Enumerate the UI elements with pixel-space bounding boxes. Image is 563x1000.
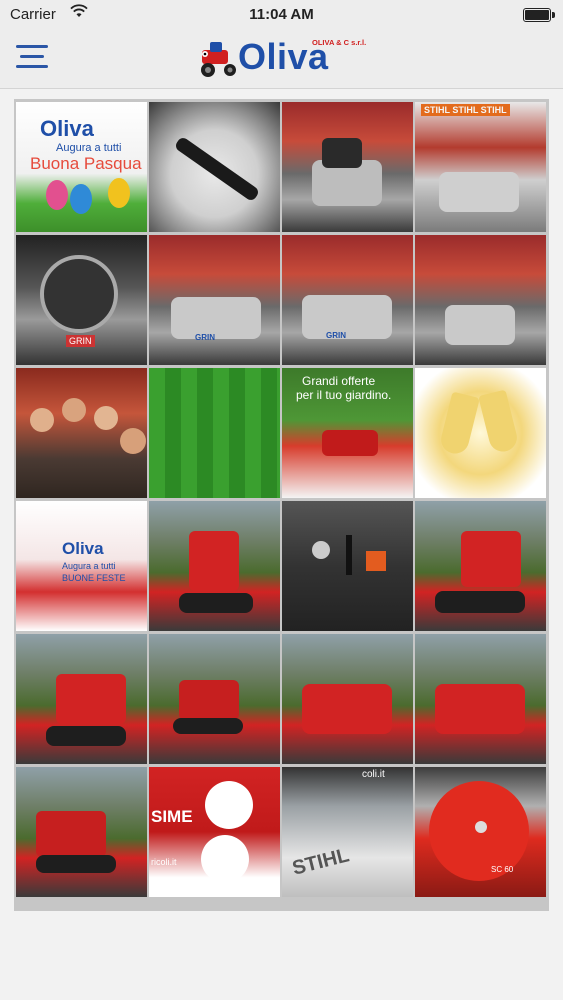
gallery-tile[interactable]: SIME ricoli.it	[149, 767, 280, 897]
tile-caption: Grandi offerte	[302, 374, 376, 388]
snowblower-icon	[36, 811, 106, 857]
gallery-tile[interactable]	[149, 501, 280, 631]
tile-caption: coli.it	[362, 769, 385, 780]
face-icon	[62, 398, 86, 422]
gallery-tile[interactable]: Oliva Augura a tutti Buona Pasqua	[16, 102, 147, 232]
knob-icon	[312, 541, 330, 559]
gallery-tile[interactable]: STIHL STIHL STIHL	[415, 102, 546, 232]
gallery-tile[interactable]	[415, 368, 546, 498]
tile-caption: GRIN	[326, 331, 346, 340]
gallery-panel: Oliva Augura a tutti Buona Pasqua STIHL …	[14, 99, 549, 911]
tile-caption: Augura a tutti	[56, 142, 122, 154]
mower-deck-icon	[171, 297, 261, 339]
tile-caption: BUONE FESTE	[62, 573, 126, 583]
egg-icon	[108, 178, 130, 208]
lever-icon	[346, 535, 352, 575]
track-icon	[435, 591, 525, 613]
gallery-tile[interactable]: coli.it STIHL	[282, 767, 413, 897]
tile-caption: Buona Pasqua	[30, 154, 142, 173]
snowblower-icon	[435, 684, 525, 734]
gallery-tile[interactable]: Grandi offerte per il tuo giardino.	[282, 368, 413, 498]
menu-icon[interactable]	[16, 45, 50, 71]
tile-caption: SIME	[151, 807, 193, 826]
tile-caption: GRIN	[66, 335, 95, 347]
mower-deck-icon	[302, 295, 392, 339]
tile-caption: SC 60	[491, 865, 514, 874]
product-badge-icon	[201, 835, 249, 883]
hub-icon	[475, 821, 487, 833]
glass-icon	[478, 389, 520, 455]
tile-caption: ricoli.it	[151, 857, 177, 867]
glass-icon	[438, 391, 480, 457]
tile-caption: Augura a tutti	[62, 561, 116, 571]
engine-icon	[40, 255, 118, 333]
egg-icon	[70, 184, 92, 214]
logo-company-text: OLIVA & C s.r.l.	[312, 38, 367, 47]
snowblower-icon	[302, 684, 392, 734]
mower-deck-icon	[439, 172, 519, 212]
face-icon	[30, 408, 54, 432]
track-icon	[173, 718, 243, 734]
battery-icon	[523, 8, 555, 22]
mower-deck-icon	[445, 305, 515, 345]
gallery-tile[interactable]: GRIN	[16, 235, 147, 365]
track-icon	[46, 726, 126, 746]
status-bar: Carrier 11:04 AM	[0, 0, 563, 30]
gallery-tile[interactable]: SC 60	[415, 767, 546, 897]
tile-logo-text: Oliva	[62, 539, 104, 558]
gallery-tile[interactable]	[415, 501, 546, 631]
tile-logo-text: Oliva	[40, 116, 94, 141]
gallery-tile[interactable]	[16, 767, 147, 897]
gallery-tile[interactable]: GRIN	[282, 235, 413, 365]
navigation-bar: Oliva OLIVA & C s.r.l.	[0, 30, 563, 89]
status-time: 11:04 AM	[249, 6, 314, 23]
gallery-tile[interactable]	[415, 634, 546, 764]
track-icon	[179, 593, 253, 613]
gallery-tile[interactable]	[149, 368, 280, 498]
tile-caption: STIHL	[290, 844, 352, 880]
tile-caption: per il tuo giardino.	[296, 388, 392, 402]
gallery-tile[interactable]	[282, 102, 413, 232]
tractor-icon	[322, 430, 378, 456]
tractor-icon	[196, 40, 242, 78]
blade-icon	[173, 135, 261, 203]
snowblower-icon	[461, 531, 521, 587]
tile-caption: STIHL STIHL STIHL	[421, 104, 510, 116]
oliva-logo: Oliva OLIVA & C s.r.l.	[196, 34, 372, 84]
tile-caption: GRIN	[195, 333, 215, 342]
gallery-tile[interactable]	[282, 634, 413, 764]
engine-icon	[322, 138, 362, 168]
gallery-tile[interactable]	[149, 634, 280, 764]
face-icon	[120, 428, 146, 454]
battery-fill	[525, 10, 549, 20]
gallery-tile[interactable]: GRIN	[149, 235, 280, 365]
button-icon	[366, 551, 386, 571]
gallery-tile[interactable]	[282, 501, 413, 631]
egg-icon	[46, 180, 68, 210]
gallery-tile[interactable]	[415, 235, 546, 365]
snowblower-icon	[179, 680, 239, 720]
gallery-tile[interactable]: Oliva Augura a tutti BUONE FESTE	[16, 501, 147, 631]
track-icon	[36, 855, 116, 873]
gallery-tile[interactable]	[16, 634, 147, 764]
snowblower-icon	[189, 531, 239, 591]
product-badge-icon	[205, 781, 253, 829]
gallery-tile[interactable]	[149, 102, 280, 232]
face-icon	[94, 406, 118, 430]
snowblower-icon	[56, 674, 126, 724]
gallery-tile[interactable]	[16, 368, 147, 498]
